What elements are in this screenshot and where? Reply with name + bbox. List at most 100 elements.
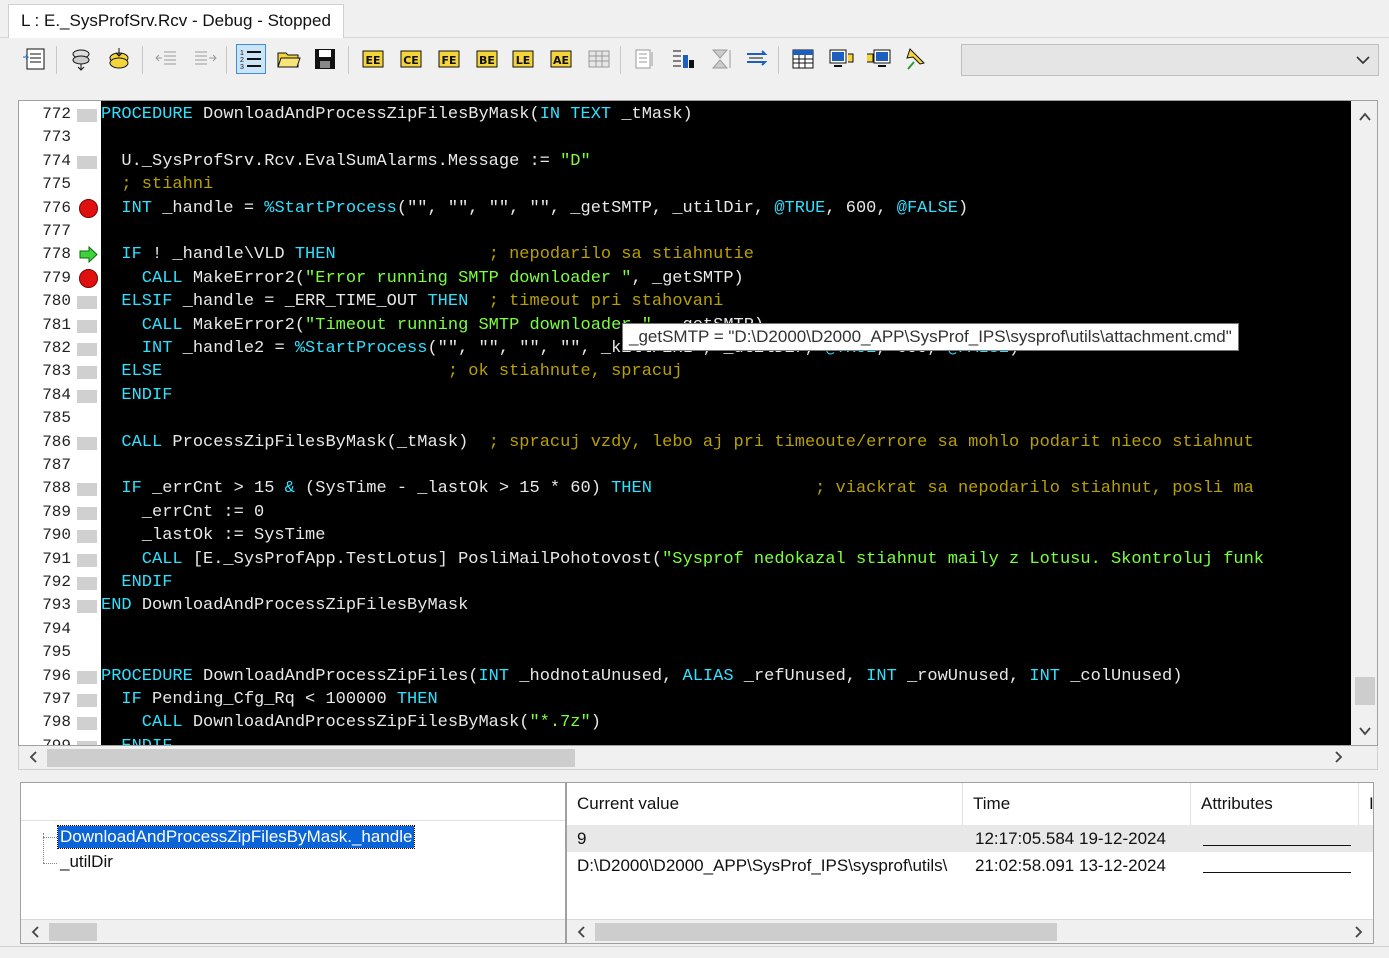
- gutter-line[interactable]: 777: [19, 220, 101, 243]
- gutter-line[interactable]: 779: [19, 267, 101, 290]
- monitor-export-button[interactable]: [826, 44, 856, 74]
- watch-item-utildir[interactable]: _utilDir: [60, 851, 113, 873]
- editor-hscroll-thumb[interactable]: [47, 749, 575, 767]
- code-line[interactable]: END DownloadAndProcessZipFilesByMask: [101, 594, 468, 617]
- executable-line-marker[interactable]: [77, 670, 97, 684]
- code-line[interactable]: PROCEDURE DownloadAndProcessZipFiles(INT…: [101, 665, 1182, 688]
- code-editor[interactable]: 772 773 774 775 776 777 778 779 780 781 782 783 784 7…: [18, 100, 1378, 746]
- monitor-import-button[interactable]: [864, 44, 894, 74]
- executable-line-marker[interactable]: [77, 506, 97, 520]
- code-line[interactable]: _errCnt := 0: [101, 501, 264, 524]
- editor-vscroll-thumb[interactable]: [1355, 677, 1375, 705]
- gutter-line[interactable]: 795: [19, 641, 101, 664]
- code-line[interactable]: ENDIF: [101, 735, 172, 745]
- line-gutter[interactable]: 772 773 774 775 776 777 778 779 780 781 782 783 784 7…: [19, 101, 101, 745]
- sort-button[interactable]: [706, 44, 736, 74]
- scroll-up-icon[interactable]: [1357, 109, 1373, 125]
- save-disk-button[interactable]: [310, 44, 340, 74]
- code-line[interactable]: ENDIF: [101, 571, 172, 594]
- open-folder-button[interactable]: [274, 44, 304, 74]
- step-over-button[interactable]: [630, 44, 660, 74]
- breakpoint-icon[interactable]: [79, 268, 98, 288]
- gutter-line[interactable]: 792: [19, 571, 101, 594]
- editor-horizontal-scrollbar[interactable]: [18, 746, 1378, 770]
- gutter-line[interactable]: 787: [19, 454, 101, 477]
- code-area[interactable]: PROCEDURE DownloadAndProcessZipFilesByMa…: [101, 101, 1351, 745]
- executable-line-marker[interactable]: [77, 577, 97, 590]
- calendar-button[interactable]: [788, 44, 818, 74]
- code-line[interactable]: ELSE ; ok stiahnute, spracuj: [101, 360, 682, 383]
- be-button[interactable]: BE: [472, 44, 502, 74]
- executable-line-marker[interactable]: [77, 694, 97, 707]
- gutter-line[interactable]: 772: [19, 103, 101, 126]
- executable-line-marker[interactable]: [77, 717, 97, 731]
- scroll-down-icon[interactable]: [1357, 723, 1373, 739]
- code-line[interactable]: PROCEDURE DownloadAndProcessZipFilesByMa…: [101, 103, 693, 126]
- watch-tree-scroll-thumb[interactable]: [49, 923, 97, 941]
- gutter-line[interactable]: 789: [19, 501, 101, 524]
- watch-tree-scrollbar[interactable]: [21, 919, 565, 943]
- step-into-button[interactable]: [668, 44, 698, 74]
- executable-line-marker[interactable]: [77, 343, 97, 356]
- gutter-line[interactable]: 775: [19, 173, 101, 196]
- gutter-line[interactable]: 783: [19, 360, 101, 383]
- executable-line-marker[interactable]: [77, 530, 97, 544]
- scroll-left-icon[interactable]: [29, 925, 43, 939]
- gutter-line[interactable]: 796: [19, 665, 101, 688]
- code-line[interactable]: _lastOk := SysTime: [101, 524, 326, 547]
- column-header-current-value[interactable]: Current value: [567, 783, 963, 825]
- gutter-line[interactable]: 781: [19, 314, 101, 337]
- scroll-right-icon[interactable]: [1351, 925, 1365, 939]
- le-button[interactable]: LE: [508, 44, 538, 74]
- watch-values-scroll-thumb[interactable]: [595, 923, 1057, 941]
- grid-disabled-button[interactable]: [584, 44, 614, 74]
- scroll-left-icon[interactable]: [575, 925, 589, 939]
- gutter-line[interactable]: 797: [19, 688, 101, 711]
- gutter-line[interactable]: 793: [19, 594, 101, 617]
- editor-vertical-scrollbar[interactable]: [1351, 101, 1377, 745]
- code-line[interactable]: ENDIF: [101, 384, 172, 407]
- watch-row[interactable]: D:\D2000\D2000_APP\SysProf_IPS\sysprof\u…: [567, 852, 1373, 879]
- indent-left-button[interactable]: [152, 44, 182, 74]
- gutter-line[interactable]: 794: [19, 618, 101, 641]
- wrap-button[interactable]: [742, 44, 772, 74]
- executable-line-marker[interactable]: [77, 319, 97, 333]
- gutter-line[interactable]: 782: [19, 337, 101, 360]
- watch-item-handle[interactable]: DownloadAndProcessZipFilesByMask._handle: [56, 825, 416, 849]
- code-line[interactable]: U._SysProfSrv.Rcv.EvalSumAlarms.Message …: [101, 150, 590, 173]
- executable-line-marker[interactable]: [77, 553, 97, 567]
- code-line[interactable]: CALL [E._SysProfApp.TestLotus] PosliMail…: [101, 548, 1264, 571]
- gutter-line[interactable]: 791: [19, 548, 101, 571]
- gutter-line[interactable]: 778: [19, 243, 101, 266]
- fe-button[interactable]: FE: [434, 44, 464, 74]
- executable-line-marker[interactable]: [77, 389, 97, 403]
- indent-right-button[interactable]: [190, 44, 220, 74]
- code-line[interactable]: CALL ProcessZipFilesByMask(_tMask) ; spr…: [101, 431, 1253, 454]
- load-stack-button[interactable]: [104, 44, 134, 74]
- ee-button[interactable]: EE: [358, 44, 388, 74]
- breakpoint-icon[interactable]: [79, 198, 98, 218]
- numbered-list-button[interactable]: 123: [236, 44, 266, 74]
- gutter-line[interactable]: 785: [19, 407, 101, 430]
- code-line[interactable]: IF Pending_Cfg_Rq < 100000 THEN: [101, 688, 437, 711]
- code-line[interactable]: CALL MakeError2("Error running SMTP down…: [101, 267, 744, 290]
- code-line[interactable]: IF _errCnt > 15 & (SysTime - _lastOk > 1…: [101, 477, 1253, 500]
- code-line[interactable]: ; stiahni: [101, 173, 213, 196]
- gutter-line[interactable]: 790: [19, 524, 101, 547]
- gutter-line[interactable]: 773: [19, 126, 101, 149]
- code-line[interactable]: INT _handle = %StartProcess("", "", "", …: [101, 197, 968, 220]
- gutter-line[interactable]: 798: [19, 711, 101, 734]
- gutter-line[interactable]: 786: [19, 431, 101, 454]
- watch-values-scrollbar[interactable]: [567, 919, 1373, 943]
- scroll-right-icon[interactable]: [1331, 750, 1345, 764]
- executable-line-marker[interactable]: [77, 296, 97, 310]
- toolbar-combo[interactable]: [961, 44, 1379, 76]
- ce-button[interactable]: CE: [396, 44, 426, 74]
- ae-button[interactable]: AE: [546, 44, 576, 74]
- code-line[interactable]: ELSIF _handle = _ERR_TIME_OUT THEN ; tim…: [101, 290, 723, 313]
- gutter-line[interactable]: 799: [19, 735, 101, 745]
- executable-line-marker[interactable]: [77, 436, 97, 450]
- gutter-line[interactable]: 774: [19, 150, 101, 173]
- code-line[interactable]: CALL DownloadAndProcessZipFilesByMask("*…: [101, 711, 601, 734]
- column-header-extra[interactable]: I: [1359, 783, 1373, 825]
